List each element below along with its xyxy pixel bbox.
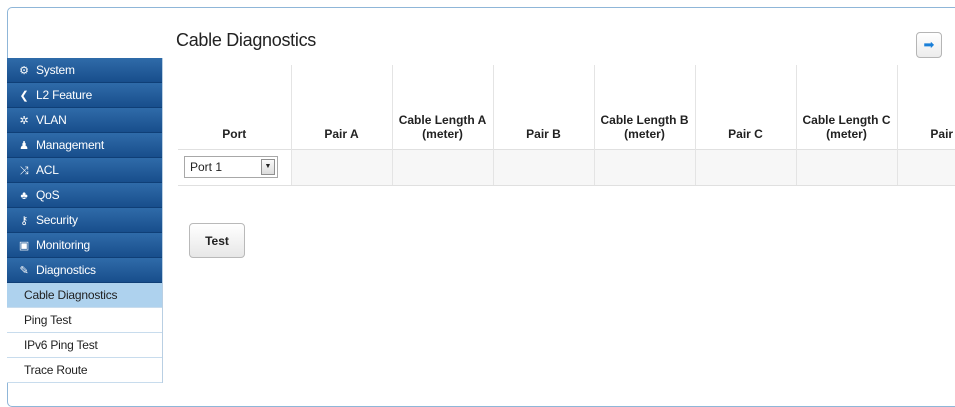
port-select[interactable]: Port 1 ▼ [184, 156, 278, 178]
sidebar-subitem-ipv6-ping-test[interactable]: IPv6 Ping Test [7, 333, 162, 358]
sidebar: ⚙ System ❮ L2 Feature ✲ VLAN ♟ Management ⤨ A… [7, 58, 163, 383]
sidebar-item-label: ACL [36, 163, 59, 177]
sidebar-item-label: VLAN [36, 113, 67, 127]
sidebar-item-vlan[interactable]: ✲ VLAN [7, 108, 162, 133]
next-page-button[interactable]: ➡ [916, 32, 942, 58]
cable-length-c-cell [795, 148, 897, 186]
sidebar-item-label: Management [36, 138, 105, 152]
chevron-down-icon[interactable]: ▼ [261, 159, 275, 175]
shuffle-icon: ⤨ [19, 165, 29, 177]
port-select-value: Port 1 [190, 160, 223, 174]
sidebar-item-l2-feature[interactable]: ❮ L2 Feature [7, 83, 162, 108]
sidebar-item-system[interactable]: ⚙ System [7, 58, 162, 83]
sitemap-icon: ♣ [20, 190, 28, 202]
column-header-port: Port [222, 126, 247, 141]
pair-d-cell [896, 148, 955, 186]
cable-length-b-cell [593, 148, 695, 186]
column-header-pair-d: Pair D [896, 65, 955, 149]
sidebar-item-security[interactable]: ⚷ Security [7, 208, 162, 233]
arrow-right-icon: ➡ [923, 37, 935, 52]
cable-diagnostics-table: Port Pair A Cable Length A (meter) Pair B… [178, 65, 955, 186]
port-cell: Port 1 ▼ [178, 148, 291, 186]
sidebar-item-management[interactable]: ♟ Management [7, 133, 162, 158]
pair-a-cell [290, 148, 392, 186]
gear-icon: ⚙ [19, 65, 29, 77]
sidebar-item-qos[interactable]: ♣ QoS [7, 183, 162, 208]
user-icon: ♟ [19, 140, 29, 152]
table-row: Port 1 ▼ [178, 148, 955, 186]
column-header-pair-b: Pair B [492, 65, 594, 149]
network-icon: ✲ [19, 115, 29, 127]
sidebar-item-label: Diagnostics [36, 263, 96, 277]
monitor-icon: ▣ [18, 240, 30, 252]
sidebar-item-label: L2 Feature [36, 88, 93, 102]
column-header-pair-c: Pair C [694, 65, 796, 149]
wrench-icon: ✎ [19, 265, 29, 277]
sidebar-subitem-cable-diagnostics[interactable]: Cable Diagnostics [7, 283, 162, 308]
table-header-row: Port Pair A Cable Length A (meter) Pair B… [178, 65, 955, 149]
column-header-cable-length-c: Cable Length C (meter) [795, 65, 897, 149]
column-header-cable-length-b: Cable Length B (meter) [593, 65, 695, 149]
page-title: Cable Diagnostics [176, 30, 316, 50]
column-header-cable-length-a: Cable Length A (meter) [391, 65, 493, 149]
sidebar-subitem-ping-test[interactable]: Ping Test [7, 308, 162, 333]
share-icon: ❮ [19, 90, 29, 102]
sidebar-item-acl[interactable]: ⤨ ACL [7, 158, 162, 183]
sidebar-item-label: QoS [36, 188, 60, 202]
column-header-pair-a: Pair A [290, 65, 392, 149]
pair-b-cell [492, 148, 594, 186]
sidebar-item-label: Monitoring [36, 238, 91, 252]
test-button[interactable]: Test [189, 223, 245, 258]
sidebar-subitem-trace-route[interactable]: Trace Route [7, 358, 162, 383]
sidebar-item-label: Security [36, 213, 78, 227]
sidebar-item-diagnostics[interactable]: ✎ Diagnostics [7, 258, 162, 283]
sidebar-item-label: System [36, 63, 75, 77]
pair-c-cell [694, 148, 796, 186]
cable-length-a-cell [391, 148, 493, 186]
key-icon: ⚷ [20, 215, 28, 227]
sidebar-item-monitoring[interactable]: ▣ Monitoring [7, 233, 162, 258]
